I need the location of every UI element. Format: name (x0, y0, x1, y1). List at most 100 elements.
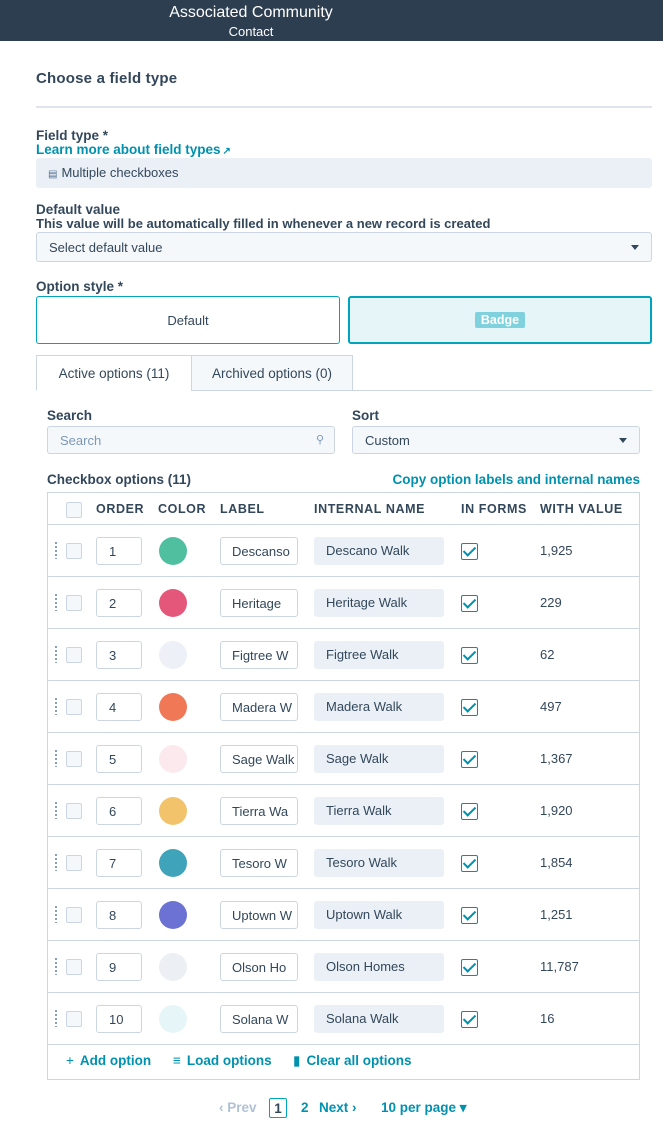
row-checkbox[interactable] (66, 1011, 82, 1027)
label-input[interactable]: Olson Ho (220, 953, 298, 981)
in-forms-checkbox[interactable] (461, 595, 478, 612)
row-checkbox[interactable] (66, 855, 82, 871)
order-input[interactable]: 1 (96, 537, 142, 565)
order-input[interactable]: 7 (96, 849, 142, 877)
row-checkbox[interactable] (66, 543, 82, 559)
in-forms-checkbox[interactable] (461, 699, 478, 716)
field-type-label: Field type * (36, 128, 109, 143)
in-forms-checkbox[interactable] (461, 855, 478, 872)
default-value-select[interactable]: Select default value (36, 232, 652, 262)
label-input[interactable]: Solana W (220, 1005, 298, 1033)
in-forms-checkbox[interactable] (461, 751, 478, 768)
next-page-button[interactable]: Next › (319, 1100, 357, 1115)
label-input[interactable]: Descanso (220, 537, 298, 565)
order-input[interactable]: 2 (96, 589, 142, 617)
copy-labels-link[interactable]: Copy option labels and internal names (392, 472, 640, 487)
chevron-right-icon: › (348, 1100, 357, 1115)
search-placeholder: Search (60, 432, 102, 448)
color-swatch[interactable] (159, 953, 187, 981)
drag-handle-icon[interactable] (54, 905, 58, 923)
drag-handle-icon[interactable] (54, 957, 58, 975)
row-checkbox[interactable] (66, 803, 82, 819)
order-input[interactable]: 5 (96, 745, 142, 773)
header-subtitle: Contact (228, 24, 274, 39)
row-checkbox[interactable] (66, 907, 82, 923)
label-input[interactable]: Figtree W (220, 641, 298, 669)
drag-handle-icon[interactable] (54, 853, 58, 871)
option-style-badge[interactable]: Badge (348, 296, 652, 344)
color-swatch[interactable] (159, 589, 187, 617)
row-checkbox[interactable] (66, 959, 82, 975)
order-input[interactable]: 6 (96, 797, 142, 825)
label-input[interactable]: Tierra Wa (220, 797, 298, 825)
drag-handle-icon[interactable] (54, 541, 58, 559)
order-input[interactable]: 4 (96, 693, 142, 721)
label-input[interactable]: Madera W (220, 693, 298, 721)
label-input[interactable]: Sage Walk (220, 745, 298, 773)
order-input[interactable]: 8 (96, 901, 142, 929)
select-all-checkbox[interactable] (66, 502, 82, 518)
with-value-count: 62 (540, 647, 555, 662)
row-checkbox[interactable] (66, 699, 82, 715)
header-in-forms: IN FORMS (461, 502, 527, 516)
app-header: Associated Community Contact (0, 0, 663, 41)
label-input[interactable]: Tesoro W (220, 849, 298, 877)
prev-page-button[interactable]: ‹ Prev (219, 1100, 257, 1115)
prev-label: Prev (227, 1100, 257, 1115)
in-forms-checkbox[interactable] (461, 1011, 478, 1028)
row-checkbox[interactable] (66, 751, 82, 767)
per-page-select[interactable]: 10 per page ▾ (381, 1100, 467, 1116)
in-forms-checkbox[interactable] (461, 803, 478, 820)
add-option-button[interactable]: + Add option (66, 1053, 151, 1068)
learn-more-link[interactable]: Learn more about field types ↗ (36, 142, 231, 157)
plus-icon: + (66, 1053, 74, 1068)
page-1-button[interactable]: 1 (269, 1098, 287, 1118)
color-swatch[interactable] (159, 797, 187, 825)
field-type-value: ▤ Multiple checkboxes (36, 158, 652, 188)
label-input[interactable]: Uptown W (220, 901, 298, 929)
sort-select[interactable]: Custom (352, 426, 640, 454)
table-row: 10 Solana W Solana Walk 16 (48, 993, 639, 1045)
tab-archived-options[interactable]: Archived options (0) (191, 355, 353, 391)
clear-all-options-button[interactable]: ▮ Clear all options (293, 1053, 411, 1069)
drag-handle-icon[interactable] (54, 593, 58, 611)
with-value-count: 1,251 (540, 907, 573, 922)
learn-more-text[interactable]: Learn more about field types (36, 142, 221, 157)
drag-handle-icon[interactable] (54, 1009, 58, 1027)
option-style-default-label: Default (167, 312, 209, 328)
row-checkbox[interactable] (66, 647, 82, 663)
tab-active-options[interactable]: Active options (11) (36, 355, 192, 391)
order-input[interactable]: 10 (96, 1005, 142, 1033)
header-color: COLOR (158, 502, 207, 516)
in-forms-checkbox[interactable] (461, 647, 478, 664)
row-checkbox[interactable] (66, 595, 82, 611)
drag-handle-icon[interactable] (54, 801, 58, 819)
option-style-badge-label: Badge (474, 312, 526, 328)
option-style-default[interactable]: Default (36, 296, 340, 344)
in-forms-checkbox[interactable] (461, 959, 478, 976)
color-swatch[interactable] (159, 1005, 187, 1033)
drag-handle-icon[interactable] (54, 645, 58, 663)
label-input[interactable]: Heritage (220, 589, 298, 617)
load-options-button[interactable]: ≡ Load options (173, 1053, 272, 1068)
drag-handle-icon[interactable] (54, 697, 58, 715)
color-swatch[interactable] (159, 849, 187, 877)
color-swatch[interactable] (159, 641, 187, 669)
drag-handle-icon[interactable] (54, 749, 58, 767)
in-forms-checkbox[interactable] (461, 543, 478, 560)
order-input[interactable]: 9 (96, 953, 142, 981)
color-swatch[interactable] (159, 745, 187, 773)
pagination: ‹ Prev 1 2 Next › 10 per page ▾ (0, 1098, 663, 1120)
default-value-placeholder: Select default value (49, 239, 163, 255)
order-input[interactable]: 3 (96, 641, 142, 669)
in-forms-checkbox[interactable] (461, 907, 478, 924)
color-swatch[interactable] (159, 693, 187, 721)
with-value-count: 229 (540, 595, 562, 610)
color-swatch[interactable] (159, 537, 187, 565)
header-title: Associated Community (169, 4, 333, 21)
search-input[interactable]: Search ⚲ (47, 426, 335, 454)
color-swatch[interactable] (159, 901, 187, 929)
options-table: ORDER COLOR LABEL INTERNAL NAME IN FORMS… (47, 492, 640, 1080)
field-type-text: Multiple checkboxes (61, 165, 179, 180)
page-2-button[interactable]: 2 (301, 1100, 309, 1115)
